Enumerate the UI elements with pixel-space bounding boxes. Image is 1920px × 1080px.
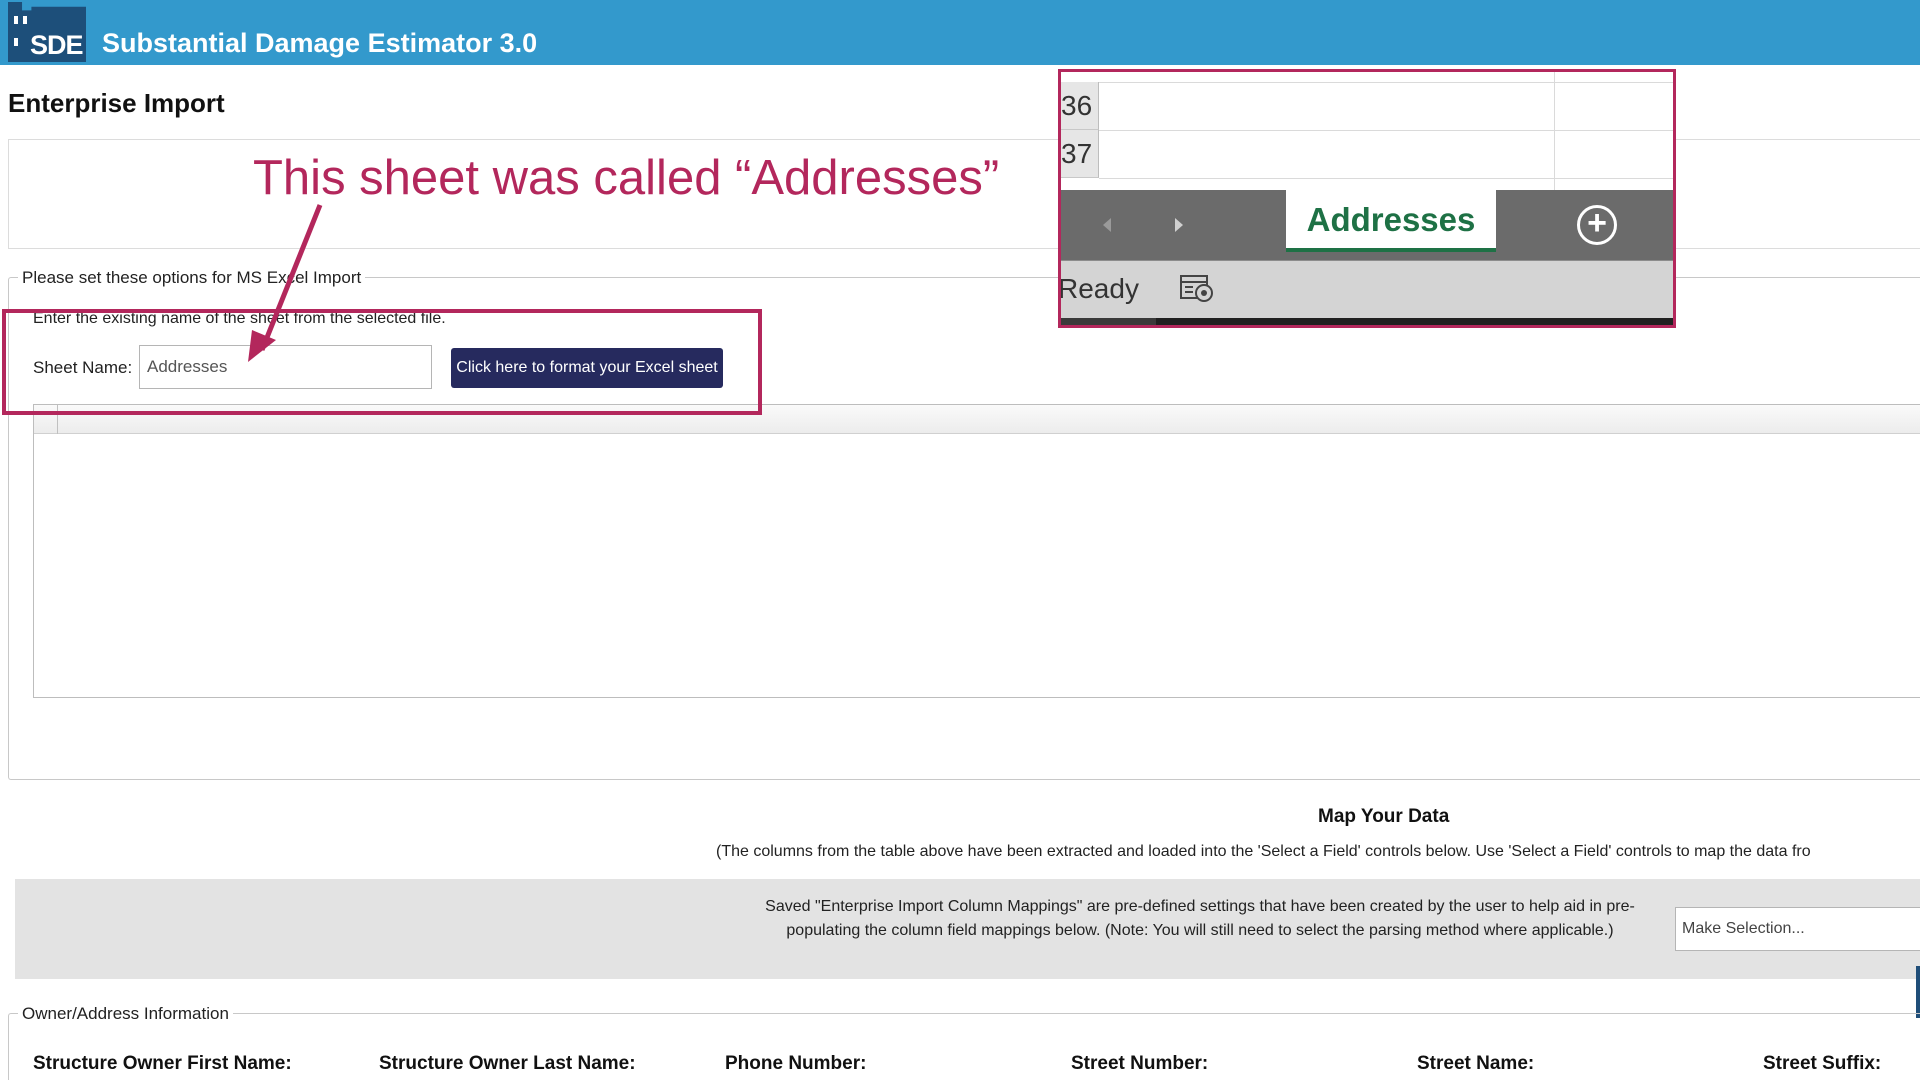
sheet-tab-addresses[interactable]: Addresses: [1286, 190, 1496, 252]
window-mark: [14, 16, 18, 24]
app-title: Substantial Damage Estimator 3.0: [102, 28, 538, 58]
column-mapping-select[interactable]: Make Selection...: [1675, 907, 1920, 951]
cell-line: [1099, 82, 1673, 83]
excel-status-text: Ready: [1058, 273, 1139, 304]
field-label-street-name: Street Name:: [1417, 1053, 1535, 1074]
page-title: Enterprise Import: [8, 88, 225, 118]
scroll-edge: [1916, 966, 1920, 1018]
owner-address-group: [8, 1013, 1920, 1080]
excel-screenshot-inset: 36 37 Addresses + Ready: [1058, 69, 1676, 328]
cell-line: [1099, 178, 1673, 179]
excel-rows: 36 37: [1061, 72, 1673, 190]
window-mark: [23, 16, 27, 24]
excel-bottom-strip: [1061, 318, 1673, 325]
triangle-right-icon[interactable]: [1173, 217, 1185, 233]
map-your-data-description: (The columns from the table above have b…: [716, 843, 1811, 860]
excel-row-header: 37: [1061, 130, 1099, 178]
annotation-highlight-box: [2, 309, 762, 415]
field-label-owner-first-name: Structure Owner First Name:: [33, 1053, 292, 1074]
field-label-phone-number: Phone Number:: [725, 1053, 867, 1074]
macro-record-icon[interactable]: [1179, 273, 1215, 303]
map-your-data-title: Map Your Data: [1318, 806, 1450, 827]
cell-line: [1099, 130, 1673, 131]
field-label-owner-last-name: Structure Owner Last Name:: [379, 1053, 636, 1074]
field-label-street-number: Street Number:: [1071, 1053, 1209, 1074]
title-bar: SDE Substantial Damage Estimator 3.0: [0, 0, 1920, 65]
logo-text: SDE: [30, 30, 84, 60]
annotation-callout-text: This sheet was called “Addresses”: [253, 151, 1000, 205]
excel-sheet-tabs: Addresses +: [1061, 190, 1673, 260]
column-line: [1554, 72, 1555, 190]
excel-status-bar: Ready: [1061, 260, 1673, 318]
window-mark: [14, 38, 18, 46]
saved-mappings-text: Saved "Enterprise Import Column Mappings…: [765, 898, 1635, 939]
excel-row-header: 36: [1061, 82, 1099, 130]
annotation-arrow-icon: [248, 204, 323, 362]
triangle-left-icon[interactable]: [1101, 217, 1113, 233]
field-label-street-suffix: Street Suffix:: [1763, 1053, 1882, 1074]
owner-address-legend: Owner/Address Information: [18, 1004, 233, 1024]
preview-data-grid[interactable]: [33, 404, 1920, 698]
sde-logo: SDE: [8, 2, 86, 62]
add-sheet-icon[interactable]: +: [1577, 205, 1617, 245]
